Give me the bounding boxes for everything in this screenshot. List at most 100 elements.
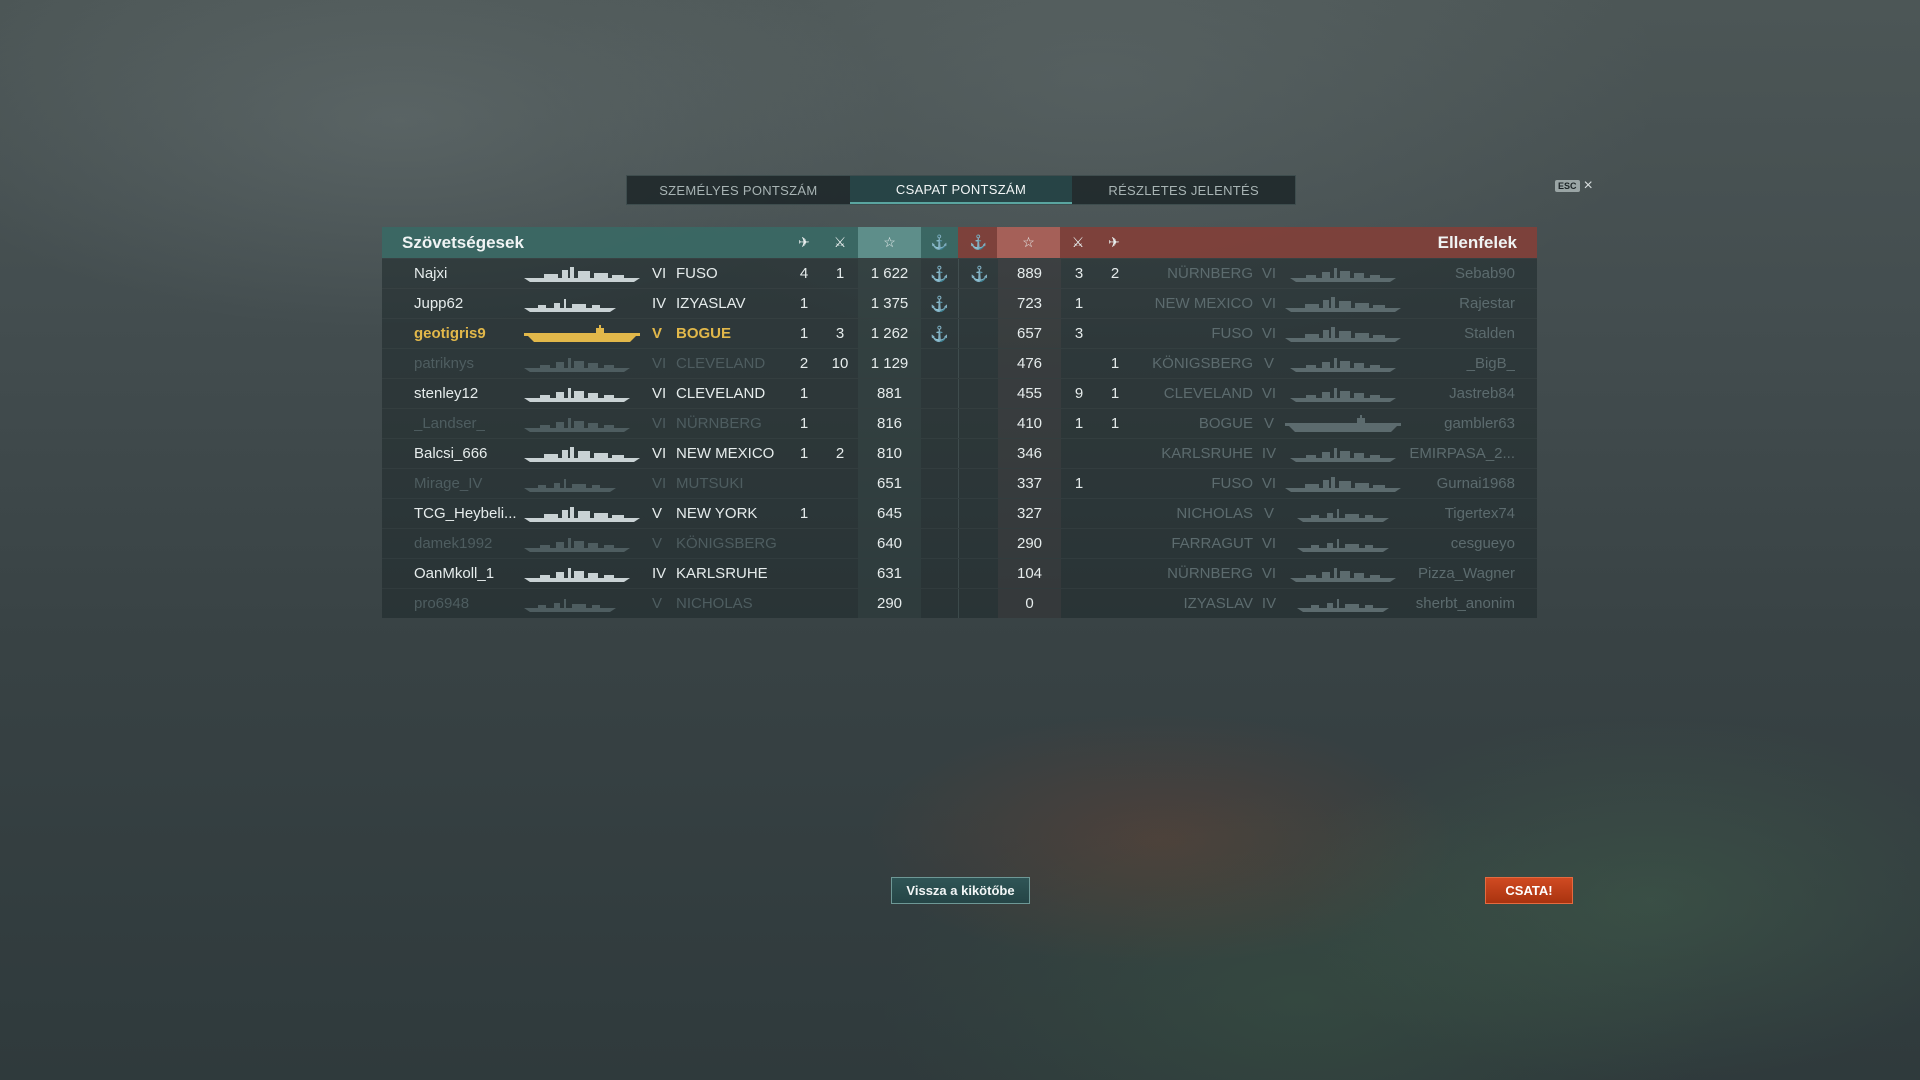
enemy-player-row[interactable]: ⚓ 889 3 2 NÜRNBERG VI Sebab90 bbox=[959, 259, 1537, 288]
table-row[interactable]: _Landser_ VI NÜRNBERG 1 816 410 1 1 BOGUE Vgamble… bbox=[382, 408, 1537, 438]
anchor-icon bbox=[921, 469, 958, 498]
ship-tier: VI bbox=[652, 385, 667, 402]
anchor-icon bbox=[961, 319, 998, 348]
planes-destroyed: 1 bbox=[799, 385, 809, 402]
table-row[interactable]: patriknys VI CLEVELAND 2 10 1 129 476 1 KÖNIGSBE… bbox=[382, 348, 1537, 378]
ship-tier: VI bbox=[652, 415, 667, 432]
enemy-player-row[interactable]: 337 1 FUSO VI Gurnai1968 bbox=[959, 469, 1537, 498]
player-name: EMIRPASA_2... bbox=[1409, 445, 1515, 462]
anchor-icon: ⚓ bbox=[930, 265, 949, 283]
enemy-player-row[interactable]: 723 1 NEW MEXICO VI Rajestar bbox=[959, 289, 1537, 318]
table-row[interactable]: Balcsi_666 VI NEW MEXICO 1 2 810 346 KARLSRUHE I… bbox=[382, 438, 1537, 468]
back-to-port-button[interactable]: Vissza a kikötőbe bbox=[891, 877, 1030, 904]
anchor-icon bbox=[921, 349, 958, 378]
ships-destroyed: 1 bbox=[1074, 295, 1084, 312]
ships-destroyed bbox=[822, 559, 858, 588]
ships-destroyed bbox=[1061, 439, 1097, 468]
anchor-icon[interactable]: ⚓ bbox=[960, 227, 997, 258]
ship-silhouette-icon bbox=[1283, 319, 1403, 348]
enemy-player-row[interactable]: 0 IZYASLAV IV sherbt_anonim bbox=[959, 589, 1537, 618]
tab-personal-score[interactable]: SZEMÉLYES PONTSZÁM bbox=[627, 176, 850, 204]
ship-name: NÜRNBERG bbox=[1167, 265, 1253, 282]
table-row[interactable]: pro6948 V NICHOLAS 290 0 IZYASLAV IV sherbt_ano… bbox=[382, 588, 1537, 618]
ship-silhouette-icon bbox=[1283, 559, 1403, 588]
ships-destroyed bbox=[822, 379, 858, 408]
ally-player-row[interactable]: pro6948 V NICHOLAS 290 bbox=[382, 589, 959, 618]
enemy-player-row[interactable]: 657 3 FUSO VI Stalden bbox=[959, 319, 1537, 348]
table-row[interactable]: TCG_Heybeli... V NEW YORK 1 645 327 NICHOLAS V T… bbox=[382, 498, 1537, 528]
ship-tier: VI bbox=[652, 355, 667, 372]
base-xp-score: 631 bbox=[876, 565, 903, 582]
close-button[interactable]: ESC × bbox=[1555, 178, 1593, 194]
ship-tier: VI bbox=[1261, 565, 1277, 582]
ally-player-row[interactable]: damek1992 V KÖNIGSBERG 640 bbox=[382, 529, 959, 558]
ship-silhouette-icon bbox=[1283, 439, 1403, 468]
scoreboard-rows: Najxi VI FUSO 4 1 1 622 ⚓ ⚓ 889 3 2 NÜRNBERG VI Sebab… bbox=[382, 258, 1537, 618]
anchor-icon bbox=[921, 559, 958, 588]
tab-team-score[interactable]: CSAPAT PONTSZÁM bbox=[849, 176, 1073, 204]
table-row[interactable]: damek1992 V KÖNIGSBERG 640 290 FARRAGUT VI cesg… bbox=[382, 528, 1537, 558]
enemy-player-row[interactable]: 476 1 KÖNIGSBERG V _BigB_ bbox=[959, 349, 1537, 378]
player-name: Najxi bbox=[414, 265, 448, 282]
crossed-swords-icon[interactable]: ⚔ bbox=[1060, 227, 1096, 258]
ally-player-row[interactable]: Najxi VI FUSO 4 1 1 622 ⚓ bbox=[382, 259, 959, 288]
enemy-player-row[interactable]: 410 1 1 BOGUE Vgambler63 bbox=[959, 409, 1537, 438]
battle-button[interactable]: CSATA! bbox=[1485, 877, 1573, 904]
ally-player-row[interactable]: patriknys VI CLEVELAND 2 10 1 129 bbox=[382, 349, 959, 378]
ally-player-row[interactable]: Jupp62 IV IZYASLAV 1 1 375 ⚓ bbox=[382, 289, 959, 318]
enemy-player-row[interactable]: 104 NÜRNBERG VI Pizza_Wagner bbox=[959, 559, 1537, 588]
ship-silhouette-icon bbox=[522, 349, 646, 378]
base-xp-score: 327 bbox=[1016, 505, 1043, 522]
star-icon[interactable]: ☆ bbox=[858, 227, 921, 258]
ship-tier: V bbox=[652, 325, 663, 342]
planes-destroyed: 1 bbox=[799, 445, 809, 462]
anchor-icon bbox=[961, 469, 998, 498]
ally-player-row[interactable]: _Landser_ VI NÜRNBERG 1 816 bbox=[382, 409, 959, 438]
ship-silhouette-icon bbox=[522, 559, 646, 588]
ship-name: BOGUE bbox=[676, 325, 732, 342]
ship-name: FUSO bbox=[1211, 475, 1253, 492]
table-row[interactable]: stenley12 VI CLEVELAND 1 881 455 9 1 CLEVELAND VI… bbox=[382, 378, 1537, 408]
planes-destroyed: 2 bbox=[1110, 265, 1120, 282]
enemy-player-row[interactable]: 455 9 1 CLEVELAND VI Jastreb84 bbox=[959, 379, 1537, 408]
star-icon[interactable]: ☆ bbox=[997, 227, 1060, 258]
player-name: Tigertex74 bbox=[1444, 505, 1515, 522]
enemy-player-row[interactable]: 290 FARRAGUT VI cesgueyo bbox=[959, 529, 1537, 558]
ship-name: NEW YORK bbox=[676, 505, 758, 522]
anchor-icon[interactable]: ⚓ bbox=[921, 227, 958, 258]
plane-icon[interactable]: ✈ bbox=[786, 227, 822, 258]
ally-player-row[interactable]: TCG_Heybeli... V NEW YORK 1 645 bbox=[382, 499, 959, 528]
ship-name: KÖNIGSBERG bbox=[1152, 355, 1253, 372]
ally-player-row[interactable]: Balcsi_666 VI NEW MEXICO 1 2 810 bbox=[382, 439, 959, 468]
ships-destroyed: 9 bbox=[1074, 385, 1084, 402]
ship-tier: VI bbox=[1261, 475, 1277, 492]
enemy-player-row[interactable]: 346 KARLSRUHE IV EMIRPASA_2... bbox=[959, 439, 1537, 468]
ship-silhouette-icon bbox=[1283, 349, 1403, 378]
table-row[interactable]: Jupp62 IV IZYASLAV 1 1 375 ⚓ 723 1 NEW MEXICO VI R… bbox=[382, 288, 1537, 318]
anchor-icon bbox=[921, 439, 958, 468]
tab-detailed-report[interactable]: RÉSZLETES JELENTÉS bbox=[1072, 176, 1295, 204]
table-row[interactable]: Najxi VI FUSO 4 1 1 622 ⚓ ⚓ 889 3 2 NÜRNBERG VI Sebab… bbox=[382, 258, 1537, 288]
enemy-player-row[interactable]: 327 NICHOLAS V Tigertex74 bbox=[959, 499, 1537, 528]
ship-tier: V bbox=[652, 505, 663, 522]
ship-name: FARRAGUT bbox=[1171, 535, 1253, 552]
base-xp-score: 455 bbox=[1016, 385, 1043, 402]
enemies-header: ⚓ ☆ ⚔ ✈ Ellenfelek bbox=[958, 227, 1537, 258]
anchor-icon: ⚓ bbox=[930, 295, 949, 313]
ally-player-row[interactable]: stenley12 VI CLEVELAND 1 881 bbox=[382, 379, 959, 408]
table-row[interactable]: OanMkoll_1 IV KARLSRUHE 631 104 NÜRNBERG VI Piz… bbox=[382, 558, 1537, 588]
crossed-swords-icon[interactable]: ⚔ bbox=[822, 227, 858, 258]
ally-player-row[interactable]: OanMkoll_1 IV KARLSRUHE 631 bbox=[382, 559, 959, 588]
plane-icon[interactable]: ✈ bbox=[1096, 227, 1132, 258]
ally-player-row[interactable]: Mirage_IV VI MUTSUKI 651 bbox=[382, 469, 959, 498]
anchor-icon bbox=[921, 589, 958, 618]
table-row[interactable]: geotigris9 V BOGUE 1 3 1 262 ⚓ 657 3 FUSO VI Stalde… bbox=[382, 318, 1537, 348]
ship-tier: VI bbox=[1261, 385, 1277, 402]
ship-tier: V bbox=[652, 535, 663, 552]
anchor-icon bbox=[961, 379, 998, 408]
ally-player-row[interactable]: geotigris9 V BOGUE 1 3 1 262 ⚓ bbox=[382, 319, 959, 348]
anchor-icon bbox=[921, 499, 958, 528]
table-row[interactable]: Mirage_IV VI MUTSUKI 651 337 1 FUSO VI Gurnai196… bbox=[382, 468, 1537, 498]
ships-destroyed bbox=[822, 289, 858, 318]
ship-name: KARLSRUHE bbox=[1161, 445, 1253, 462]
